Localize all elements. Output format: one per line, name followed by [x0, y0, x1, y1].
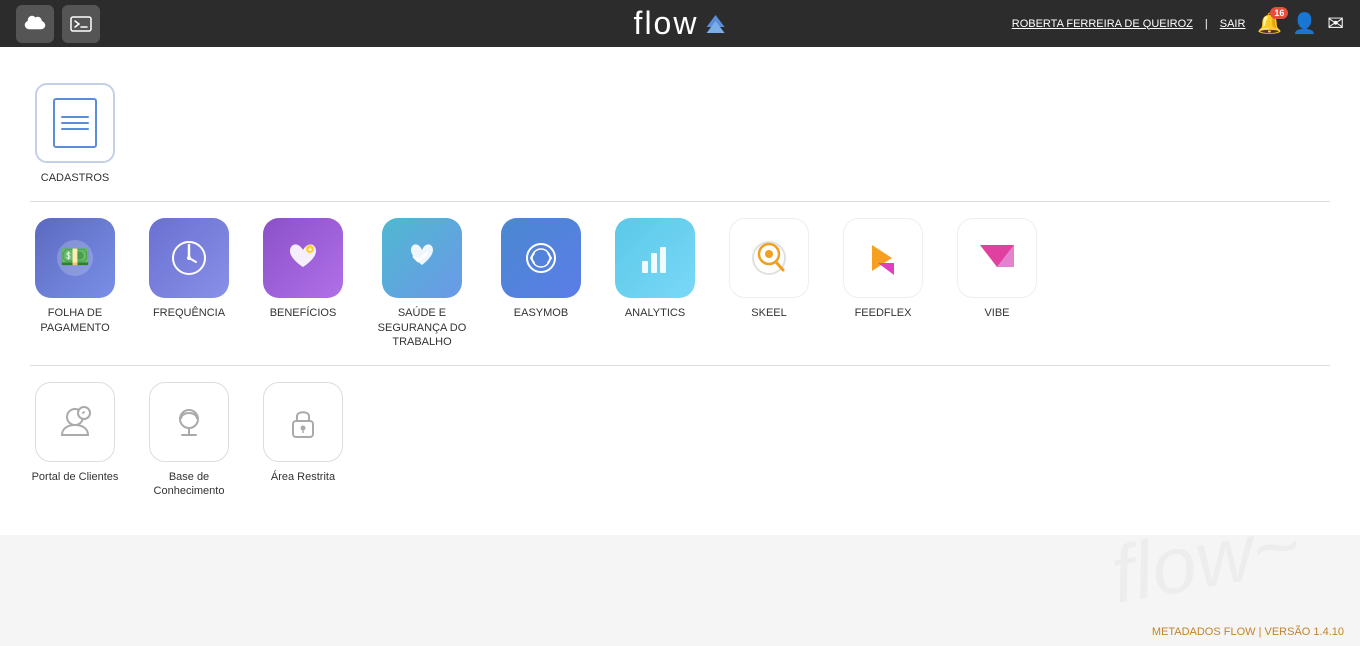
app-beneficios[interactable]: ✦ BENEFÍCIOS: [258, 218, 348, 320]
app-feedflex[interactable]: FEEDFLEX: [838, 218, 928, 320]
utilities-row: Portal de Clientes Base de Conhecimento: [30, 382, 1330, 499]
app-frequencia[interactable]: FREQUÊNCIA: [144, 218, 234, 320]
app-portal[interactable]: Portal de Clientes: [30, 382, 120, 484]
svg-text:✦: ✦: [307, 246, 313, 254]
folha-label: FOLHA DE PAGAMENTO: [30, 306, 120, 335]
user-separator: |: [1205, 18, 1208, 30]
app-skeel[interactable]: SKEEL: [724, 218, 814, 320]
app-analytics[interactable]: ANALYTICS: [610, 218, 700, 320]
cadastros-line-1: [61, 116, 89, 118]
folha-icon: 💵: [35, 218, 115, 298]
cloud-icon-button[interactable]: [16, 5, 54, 43]
user-name[interactable]: ROBERTA FERREIRA DE QUEIROZ: [1012, 18, 1193, 30]
section-cadastros: CADASTROS: [30, 67, 1330, 202]
header-logo: flow: [634, 5, 727, 42]
app-saude[interactable]: SAÚDE E SEGURANÇA DO TRABALHO: [372, 218, 472, 349]
portal-icon: [35, 382, 115, 462]
app-vibe[interactable]: VIBE: [952, 218, 1042, 320]
footer: METADADOS FLOW | VERSÃO 1.4.10: [1152, 626, 1344, 638]
logo-text: flow: [634, 5, 699, 42]
header-left: [16, 5, 100, 43]
restrita-icon: [263, 382, 343, 462]
svg-text:💵: 💵: [60, 244, 90, 271]
notification-button[interactable]: 🔔 16: [1257, 11, 1282, 36]
cadastros-inner-icon: [53, 98, 97, 148]
beneficios-icon: ✦: [263, 218, 343, 298]
beneficios-label: BENEFÍCIOS: [270, 306, 337, 320]
feedflex-icon: [843, 218, 923, 298]
footer-text: METADADOS FLOW | VERSÃO 1.4.10: [1152, 626, 1344, 638]
cadastros-icon: [35, 83, 115, 163]
saude-label: SAÚDE E SEGURANÇA DO TRABALHO: [372, 306, 472, 349]
saude-icon: [382, 218, 462, 298]
sair-link[interactable]: SAIR: [1220, 18, 1246, 30]
skeel-label: SKEEL: [751, 306, 786, 320]
main-content: CADASTROS 💵 FOLHA DE PAGAMENTO: [0, 47, 1360, 535]
feedflex-label: FEEDFLEX: [855, 306, 912, 320]
base-icon: [149, 382, 229, 462]
vibe-icon: [957, 218, 1037, 298]
section-apps: 💵 FOLHA DE PAGAMENTO FREQUÊNCIA: [30, 202, 1330, 366]
header: flow ROBERTA FERREIRA DE QUEIROZ | SAIR …: [0, 0, 1360, 47]
app-folha[interactable]: 💵 FOLHA DE PAGAMENTO: [30, 218, 120, 335]
cadastros-row: CADASTROS: [30, 83, 1330, 185]
easymob-label: EASYMOB: [514, 306, 568, 320]
app-cadastros[interactable]: CADASTROS: [30, 83, 120, 185]
analytics-icon: [615, 218, 695, 298]
header-right: ROBERTA FERREIRA DE QUEIROZ | SAIR 🔔 16 …: [1012, 11, 1344, 36]
notification-badge: 16: [1270, 7, 1288, 19]
app-base[interactable]: Base de Conhecimento: [144, 382, 234, 499]
portal-label: Portal de Clientes: [32, 470, 119, 484]
vibe-label: VIBE: [984, 306, 1009, 320]
app-easymob[interactable]: EASYMOB: [496, 218, 586, 320]
app-restrita[interactable]: Área Restrita: [258, 382, 348, 484]
terminal-icon-button[interactable]: [62, 5, 100, 43]
cadastros-line-2: [61, 122, 89, 124]
header-action-icons: 🔔 16 👤 ✉: [1257, 11, 1344, 36]
skeel-icon: [729, 218, 809, 298]
frequencia-icon: [149, 218, 229, 298]
mail-icon[interactable]: ✉: [1327, 11, 1344, 36]
base-label: Base de Conhecimento: [144, 470, 234, 499]
analytics-label: ANALYTICS: [625, 306, 685, 320]
restrita-label: Área Restrita: [271, 470, 335, 484]
easymob-icon: [501, 218, 581, 298]
profile-icon[interactable]: 👤: [1292, 11, 1317, 36]
cadastros-label: CADASTROS: [41, 171, 109, 185]
section-utilities: Portal de Clientes Base de Conhecimento: [30, 366, 1330, 515]
frequencia-label: FREQUÊNCIA: [153, 306, 225, 320]
apps-row: 💵 FOLHA DE PAGAMENTO FREQUÊNCIA: [30, 218, 1330, 349]
cadastros-line-3: [61, 128, 89, 130]
